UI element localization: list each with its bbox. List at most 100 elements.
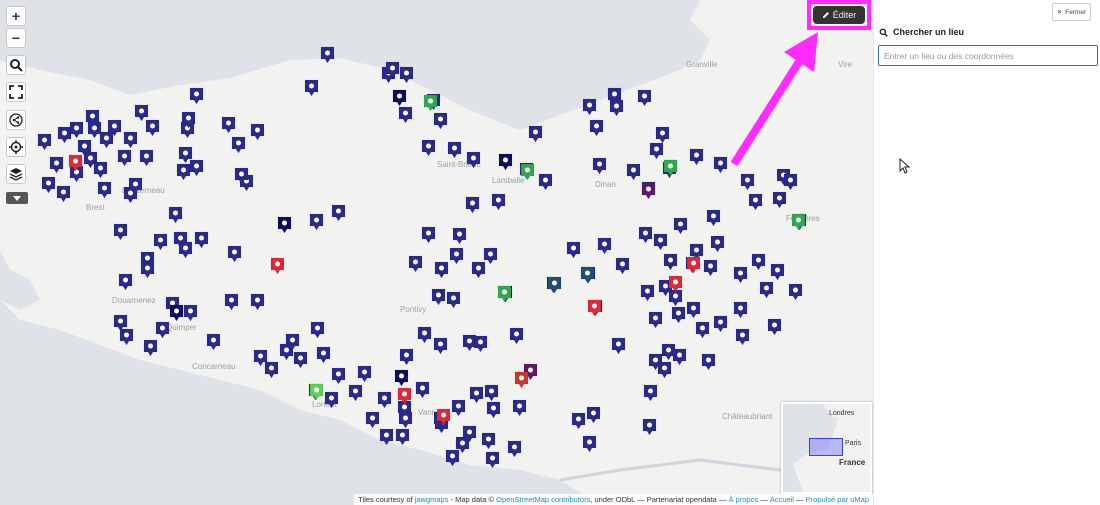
map-marker[interactable] bbox=[119, 328, 134, 346]
map-marker[interactable] bbox=[455, 436, 470, 454]
map-marker[interactable] bbox=[649, 142, 664, 160]
minimap[interactable]: Londres Paris France bbox=[781, 402, 872, 494]
osm-link[interactable]: OpenStreetMap contributors bbox=[496, 495, 590, 504]
map-marker[interactable] bbox=[483, 247, 498, 265]
map-marker[interactable] bbox=[643, 384, 658, 402]
map-marker[interactable] bbox=[113, 223, 128, 241]
map-marker[interactable] bbox=[767, 318, 782, 336]
map-marker[interactable] bbox=[397, 387, 412, 405]
map-marker[interactable] bbox=[293, 351, 308, 369]
map-marker[interactable] bbox=[466, 151, 481, 169]
map-marker[interactable] bbox=[586, 406, 601, 424]
map-marker[interactable] bbox=[320, 46, 335, 64]
map-marker[interactable] bbox=[607, 87, 622, 105]
map-marker[interactable] bbox=[394, 369, 409, 387]
map-marker[interactable] bbox=[498, 153, 513, 171]
map-marker[interactable] bbox=[733, 301, 748, 319]
map-marker[interactable] bbox=[155, 321, 170, 339]
map-marker[interactable] bbox=[587, 299, 602, 317]
map-marker[interactable] bbox=[398, 411, 413, 429]
map-marker[interactable] bbox=[408, 255, 423, 273]
map-marker[interactable] bbox=[663, 253, 678, 271]
map-marker[interactable] bbox=[637, 89, 652, 107]
more-controls-toggle[interactable] bbox=[6, 192, 28, 204]
map-marker[interactable] bbox=[507, 440, 522, 458]
map-marker[interactable] bbox=[735, 328, 750, 346]
umap-link[interactable]: Propulsé par uMap bbox=[806, 495, 869, 504]
map-marker[interactable] bbox=[433, 112, 448, 130]
map-marker[interactable] bbox=[153, 233, 168, 251]
map-marker[interactable] bbox=[431, 288, 446, 306]
map-marker[interactable] bbox=[484, 384, 499, 402]
map-marker[interactable] bbox=[672, 348, 687, 366]
map-marker[interactable] bbox=[227, 245, 242, 263]
map-marker[interactable] bbox=[538, 173, 553, 191]
map-marker[interactable] bbox=[740, 173, 755, 191]
locate-button[interactable] bbox=[6, 137, 26, 157]
map-marker[interactable] bbox=[485, 451, 500, 469]
map-marker[interactable] bbox=[481, 432, 496, 450]
map-marker[interactable] bbox=[686, 256, 701, 274]
map-marker[interactable] bbox=[695, 321, 710, 339]
map-marker[interactable] bbox=[528, 125, 543, 143]
map-marker[interactable] bbox=[514, 371, 529, 389]
map-marker[interactable] bbox=[224, 293, 239, 311]
map-marker[interactable] bbox=[434, 261, 449, 279]
map-marker[interactable] bbox=[169, 304, 184, 322]
map-marker[interactable] bbox=[770, 263, 785, 281]
map-marker[interactable] bbox=[668, 275, 683, 293]
map-marker[interactable] bbox=[451, 399, 466, 417]
map-marker[interactable] bbox=[331, 367, 346, 385]
map-marker[interactable] bbox=[452, 227, 467, 245]
map-marker[interactable] bbox=[415, 381, 430, 399]
map-marker[interactable] bbox=[748, 193, 763, 211]
map-marker[interactable] bbox=[49, 156, 64, 174]
map-marker[interactable] bbox=[520, 163, 535, 181]
map-marker[interactable] bbox=[331, 204, 346, 222]
map-marker[interactable] bbox=[309, 213, 324, 231]
map-marker[interactable] bbox=[324, 391, 339, 409]
map-marker[interactable] bbox=[309, 383, 324, 401]
map-marker[interactable] bbox=[486, 401, 501, 419]
map-marker[interactable] bbox=[399, 66, 414, 84]
map-marker[interactable] bbox=[638, 226, 653, 244]
map-marker[interactable] bbox=[398, 106, 413, 124]
map-marker[interactable] bbox=[580, 266, 595, 284]
map-marker[interactable] bbox=[421, 139, 436, 157]
minimap-viewport[interactable] bbox=[809, 438, 843, 456]
map-marker[interactable] bbox=[316, 346, 331, 364]
map-marker[interactable] bbox=[417, 326, 432, 344]
map-marker[interactable] bbox=[365, 411, 380, 429]
map-marker[interactable] bbox=[250, 123, 265, 141]
zoom-out-button[interactable]: − bbox=[6, 28, 26, 48]
home-link[interactable]: Accueil bbox=[770, 495, 794, 504]
map-marker[interactable] bbox=[118, 273, 133, 291]
map-marker[interactable] bbox=[788, 283, 803, 301]
share-button[interactable] bbox=[6, 110, 26, 130]
map-marker[interactable] bbox=[270, 257, 285, 275]
map-marker[interactable] bbox=[189, 87, 204, 105]
map-marker[interactable] bbox=[783, 173, 798, 191]
map-marker[interactable] bbox=[423, 94, 438, 112]
map-marker[interactable] bbox=[377, 391, 392, 409]
map-marker[interactable] bbox=[689, 148, 704, 166]
map-marker[interactable] bbox=[626, 163, 641, 181]
layers-button[interactable] bbox=[6, 164, 26, 184]
map-marker[interactable] bbox=[37, 133, 52, 151]
map-marker[interactable] bbox=[87, 121, 102, 139]
map-marker[interactable] bbox=[140, 261, 155, 279]
map-marker[interactable] bbox=[234, 167, 249, 185]
map-marker[interactable] bbox=[509, 327, 524, 345]
map-marker[interactable] bbox=[128, 177, 143, 195]
search-button[interactable] bbox=[6, 55, 26, 75]
about-link[interactable]: À propos bbox=[728, 495, 758, 504]
map-marker[interactable] bbox=[379, 428, 394, 446]
map-marker[interactable] bbox=[589, 119, 604, 137]
map-marker[interactable] bbox=[657, 361, 672, 379]
map-marker[interactable] bbox=[751, 253, 766, 271]
map-marker[interactable] bbox=[385, 61, 400, 79]
map-marker[interactable] bbox=[117, 149, 132, 167]
map-marker[interactable] bbox=[399, 348, 414, 366]
jawgmaps-link[interactable]: jawgmaps bbox=[415, 495, 449, 504]
map-marker[interactable] bbox=[759, 281, 774, 299]
